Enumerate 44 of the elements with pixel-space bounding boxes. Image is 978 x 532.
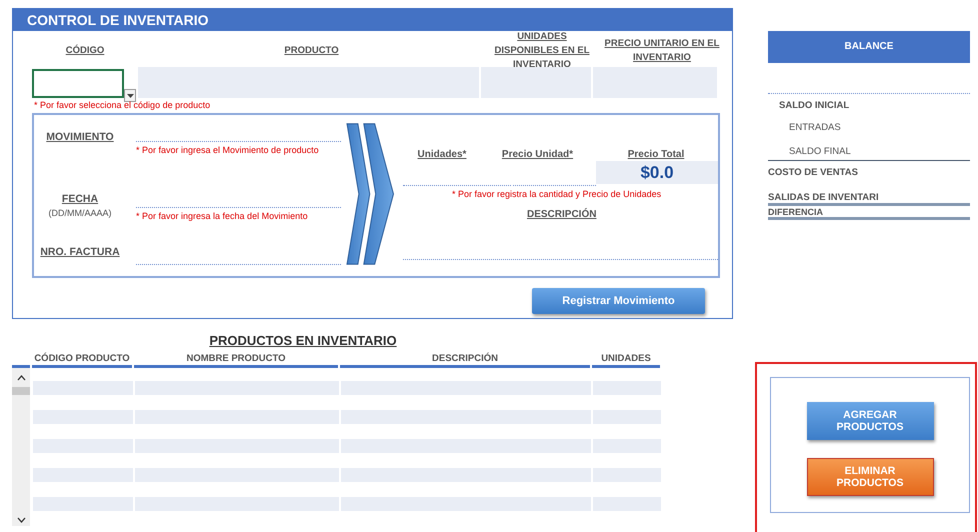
amount-header: Unidades* <box>416 149 468 160</box>
input-line[interactable] <box>136 141 341 142</box>
column-header: UNIDADES <box>592 353 660 368</box>
description-label: DESCRIPCIÓN <box>527 209 598 220</box>
balance-label: ENTRADAS <box>788 121 842 135</box>
column-header: CÓDIGO <box>64 44 106 58</box>
amount-header: Precio Unidad* <box>500 149 574 160</box>
balance-label: DIFERENCIA <box>768 206 970 220</box>
scroll-thumb[interactable] <box>12 387 30 395</box>
amount-header: Precio Total <box>626 149 686 160</box>
column-header: PRODUCTO <box>283 44 340 58</box>
balance-label: SALDO FINAL <box>768 139 970 161</box>
date-format-label: (DD/MM/AAAA) <box>48 208 112 218</box>
balance-label: SALDO INICIAL <box>778 99 850 113</box>
field-hint: * Por favor ingresa el Movimiento de producto <box>136 145 320 155</box>
column-header: PRECIO UNITARIO EN EL INVENTARIO <box>604 37 720 65</box>
total-price: $0.0 <box>596 161 718 184</box>
dropdown-button[interactable] <box>124 89 136 102</box>
panel-title: CONTROL DE INVENTARIO <box>13 9 732 31</box>
field-label: FECHA <box>62 193 98 205</box>
column-header: UNIDADES DISPONIBLES EN EL INVENTARIO <box>493 30 590 72</box>
amount-hint: * Por favor registra la cantidad y Precio de Unidades <box>452 189 662 199</box>
chevron-arrows-icon <box>346 122 395 266</box>
caret-icon <box>126 94 134 98</box>
field-hint: * Por favor ingresa la fecha del Movimiento <box>136 211 309 221</box>
balance-header: BALANCE <box>768 31 970 63</box>
column-header: NOMBRE PRODUCTO <box>134 353 338 368</box>
action-button[interactable]: ELIMINAR PRODUCTOS <box>806 458 934 496</box>
register-button[interactable]: Registrar Movimiento <box>532 288 705 314</box>
input-line[interactable] <box>136 207 341 208</box>
scroll-up-icon[interactable] <box>16 375 26 381</box>
input-line[interactable] <box>136 264 341 265</box>
field-label: NRO. FACTURA <box>40 246 120 258</box>
inventory-title: PRODUCTOS EN INVENTARIO <box>208 333 398 348</box>
code-field[interactable] <box>32 69 124 98</box>
column-header: CÓDIGO PRODUCTO <box>32 353 132 368</box>
scrollbar[interactable] <box>12 368 30 526</box>
action-button[interactable]: AGREGAR PRODUCTOS <box>806 402 934 440</box>
balance-label: SALIDAS DE INVENTARI <box>768 185 970 206</box>
balance-label: COSTO DE VENTAS <box>768 166 859 180</box>
scroll-down-icon[interactable] <box>16 517 26 523</box>
code-hint: * Por favor selecciona el código de producto <box>34 100 212 110</box>
column-header: DESCRIPCIÓN <box>340 353 590 368</box>
field-label: MOVIMIENTO <box>46 131 114 143</box>
